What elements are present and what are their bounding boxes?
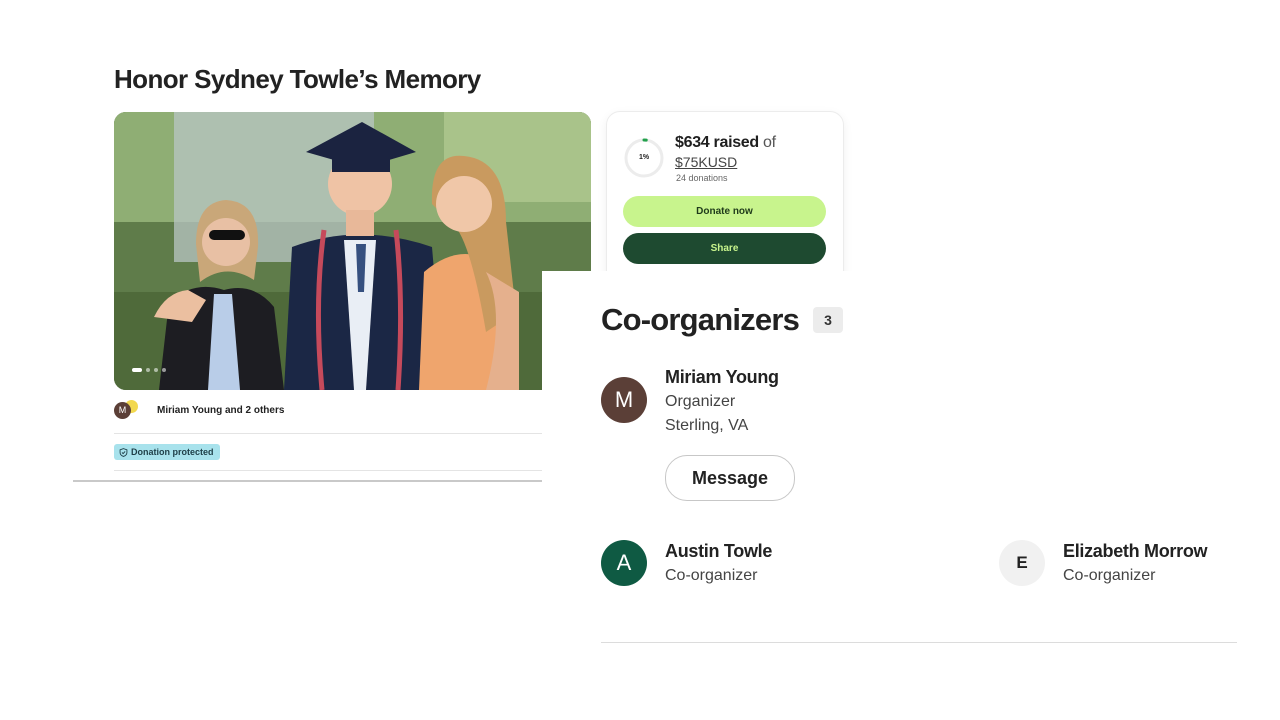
donation-card: 1% $634 raised of $75KUSD 24 donations D…: [606, 111, 844, 288]
organizer-location: Sterling, VA: [665, 417, 749, 434]
coorganizer-role: Co-organizer: [665, 567, 758, 584]
donate-now-button[interactable]: Donate now: [623, 196, 826, 227]
avatar-austin-towle: A: [601, 540, 647, 586]
progress-percent: 1%: [638, 154, 650, 161]
carousel-dot[interactable]: [146, 368, 150, 372]
donation-count[interactable]: 24 donations: [676, 173, 728, 183]
coorganizer-name: Austin Towle: [665, 541, 773, 561]
hero-photo[interactable]: ›: [114, 112, 591, 390]
section-divider: [73, 480, 542, 482]
organizer-name: Miriam Young: [665, 367, 779, 387]
hero-photo-image: [114, 112, 591, 390]
coorganizers-title: Co-organizers: [601, 302, 800, 337]
message-button[interactable]: Message: [665, 455, 795, 501]
divider: [114, 433, 542, 434]
coorganizer-name: Elizabeth Morrow: [1063, 541, 1208, 561]
avatar: M: [114, 402, 131, 419]
carousel-dots[interactable]: [132, 368, 166, 372]
carousel-dot-active[interactable]: [132, 368, 142, 372]
raised-of: of: [763, 134, 776, 151]
coorganizers-count: 3: [813, 307, 843, 333]
donation-protected-label: Donation protected: [131, 447, 214, 457]
organizer-summary[interactable]: M Miriam Young and 2 others: [114, 399, 285, 419]
amount-raised: $634 raised of: [675, 134, 776, 152]
organizer-role: Organizer: [665, 393, 736, 410]
divider: [114, 470, 542, 471]
donation-protected-badge[interactable]: Donation protected: [114, 444, 220, 460]
share-button[interactable]: Share: [623, 233, 826, 264]
carousel-dot[interactable]: [154, 368, 158, 372]
goal-amount[interactable]: $75KUSD: [675, 154, 737, 170]
carousel-dot[interactable]: [162, 368, 166, 372]
coorganizers-panel: [542, 271, 1280, 720]
coorganizer-role: Co-organizer: [1063, 567, 1156, 584]
page-title: Honor Sydney Towle’s Memory: [114, 64, 481, 94]
avatar-miriam-young: M: [601, 377, 647, 423]
raised-amount: $634 raised: [675, 134, 759, 151]
shield-icon: [119, 447, 128, 457]
divider: [601, 642, 1237, 643]
organizer-line: Miriam Young and 2 others: [157, 405, 285, 416]
avatar-elizabeth-morrow: E: [999, 540, 1045, 586]
